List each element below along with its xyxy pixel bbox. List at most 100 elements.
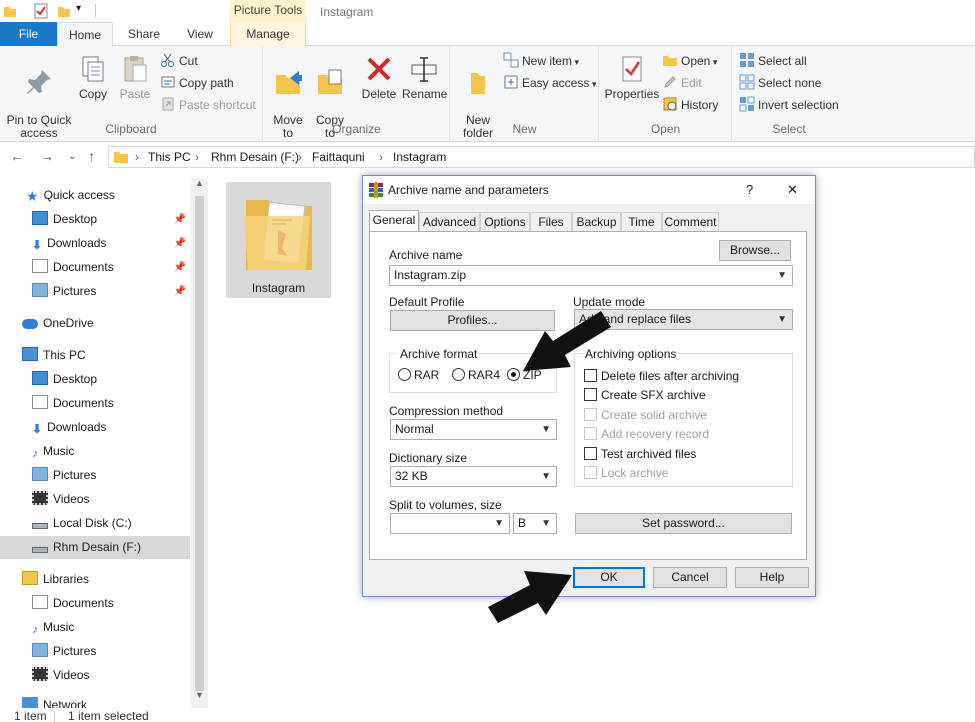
breadcrumb-this-pc[interactable]: This PC [148,147,191,167]
breadcrumb-instagram[interactable]: Instagram [393,147,446,167]
tab-file[interactable]: File [0,22,57,46]
history-button[interactable]: History [662,95,718,115]
lock-archive-checkbox[interactable]: Lock archive [584,465,668,481]
tab-options[interactable]: Options [480,212,530,232]
scroll-up-icon[interactable]: ▲ [195,178,204,188]
help-icon[interactable]: ? [746,176,753,204]
picture-tools-label: Picture Tools [230,0,306,22]
cut-button[interactable]: Cut [160,51,198,71]
nav-pc-desktop[interactable]: Desktop [0,368,190,391]
nav-local-disk-c[interactable]: Local Disk (C:) [0,512,190,535]
tab-general[interactable]: General [369,210,419,232]
split-unit-select[interactable]: B ▼ [513,513,557,534]
dictionary-size-select[interactable]: 32 KB ▼ [390,466,557,487]
folder-item-instagram[interactable]: Instagram [226,182,331,298]
chevron-down-icon: ▼ [541,424,551,435]
create-sfx-checkbox[interactable]: Create SFX archive [584,387,706,403]
pin-icon[interactable]: 📌 [174,256,186,279]
copy-path-button[interactable]: Copy path [160,73,234,93]
tab-share[interactable]: Share [118,22,170,46]
test-archived-checkbox[interactable]: Test archived files [584,446,696,462]
nav-onedrive[interactable]: OneDrive [0,312,190,335]
tab-home[interactable]: Home [57,22,113,47]
open-button[interactable]: Open ▾ [662,51,717,71]
nav-pc-pictures[interactable]: Pictures [0,464,190,487]
delete-icon [367,57,391,81]
nav-quick-access[interactable]: ★ Quick access [0,184,190,207]
nav-libraries[interactable]: Libraries [0,568,190,591]
nav-desktop[interactable]: Desktop 📌 [0,208,190,231]
paste-shortcut-button[interactable]: Paste shortcut [160,95,256,115]
tab-backup[interactable]: Backup [572,212,621,232]
nav-downloads[interactable]: ⬇ Downloads 📌 [0,232,190,255]
nav-lib-pictures[interactable]: Pictures [0,640,190,663]
nav-pc-music[interactable]: ♪ Music [0,440,190,463]
tab-comment[interactable]: Comment [662,212,719,232]
nav-lib-music[interactable]: ♪ Music [0,616,190,639]
nav-lib-videos[interactable]: Videos [0,664,190,687]
select-none-button[interactable]: Select none [739,73,821,93]
back-arrow-icon[interactable]: ← [10,148,24,164]
format-rar-radio[interactable]: RAR [398,367,439,383]
cancel-button[interactable]: Cancel [653,567,727,588]
delete-button[interactable]: Delete [358,50,400,101]
pin-icon[interactable]: 📌 [174,280,186,303]
tab-view[interactable]: View [176,22,224,46]
invert-selection-button[interactable]: Invert selection [739,95,839,115]
paste-button[interactable]: Paste [116,50,154,101]
nav-rhm-desain-f[interactable]: Rhm Desain (F:) [0,536,190,559]
scroll-down-icon[interactable]: ▼ [195,690,204,700]
archive-name-input[interactable]: Instagram.zip ▼ [389,265,793,286]
new-folder-icon[interactable] [57,3,71,19]
easy-access-button[interactable]: Easy access ▾ [503,73,596,93]
recent-locations-icon[interactable]: ⌄ [68,151,76,162]
set-password-button[interactable]: Set password... [575,513,792,534]
copy-button[interactable]: Copy [76,50,110,101]
breadcrumb-drive[interactable]: Rhm Desain (F:) [211,147,299,167]
nav-documents[interactable]: Documents 📌 [0,256,190,279]
music-icon: ♪ [32,622,38,636]
new-item-button[interactable]: New item ▾ [503,51,579,71]
compression-method-select[interactable]: Normal ▼ [390,419,557,440]
properties-button[interactable]: Properties [602,50,662,101]
close-icon[interactable]: ✕ [787,176,798,204]
breadcrumb-faittaquni[interactable]: Faittaquni [312,147,365,167]
address-bar[interactable]: › This PC › Rhm Desain (F:) › Faittaquni… [108,146,975,168]
format-rar4-radio[interactable]: RAR4 [452,367,500,383]
ok-button[interactable]: OK [573,567,645,588]
nav-lib-documents[interactable]: Documents [0,592,190,615]
tab-manage[interactable]: Manage [230,22,306,46]
qat-dropdown-icon[interactable]: ▾ [76,3,81,14]
select-all-icon [740,53,754,67]
browse-button[interactable]: Browse... [719,240,791,261]
tab-time[interactable]: Time [621,212,662,232]
select-all-button[interactable]: Select all [739,51,807,71]
nav-pc-videos[interactable]: Videos [0,488,190,511]
dialog-title-bar[interactable]: Archive name and parameters ? ✕ [363,176,815,204]
edit-button[interactable]: Edit [662,73,702,93]
up-arrow-icon[interactable]: ↑ [88,148,95,164]
properties-icon [622,56,642,82]
pin-icon[interactable]: 📌 [174,208,186,231]
nav-pictures[interactable]: Pictures 📌 [0,280,190,303]
rename-button[interactable]: Rename [402,50,447,101]
create-solid-checkbox[interactable]: Create solid archive [584,407,707,423]
nav-network[interactable]: Network [0,694,190,708]
scrollbar-thumb[interactable] [195,196,204,691]
forward-arrow-icon[interactable]: → [40,148,54,164]
chevron-down-icon[interactable]: ▼ [777,266,787,285]
winrar-icon [369,182,383,198]
chevron-down-icon[interactable]: ▼ [494,514,504,533]
properties-icon[interactable] [33,3,49,19]
add-recovery-checkbox[interactable]: Add recovery record [584,426,709,442]
nav-pc-downloads[interactable]: ⬇ Downloads [0,416,190,439]
tab-files[interactable]: Files [530,212,572,232]
pin-icon[interactable]: 📌 [174,232,186,255]
tab-advanced[interactable]: Advanced [419,212,480,232]
nav-this-pc[interactable]: This PC [0,344,190,367]
annotation-arrow-ok-icon [488,571,572,623]
nav-pc-documents[interactable]: Documents [0,392,190,415]
split-volumes-input[interactable]: ▼ [390,513,510,534]
help-button[interactable]: Help [735,567,809,588]
download-icon: ⬇ [32,238,43,252]
